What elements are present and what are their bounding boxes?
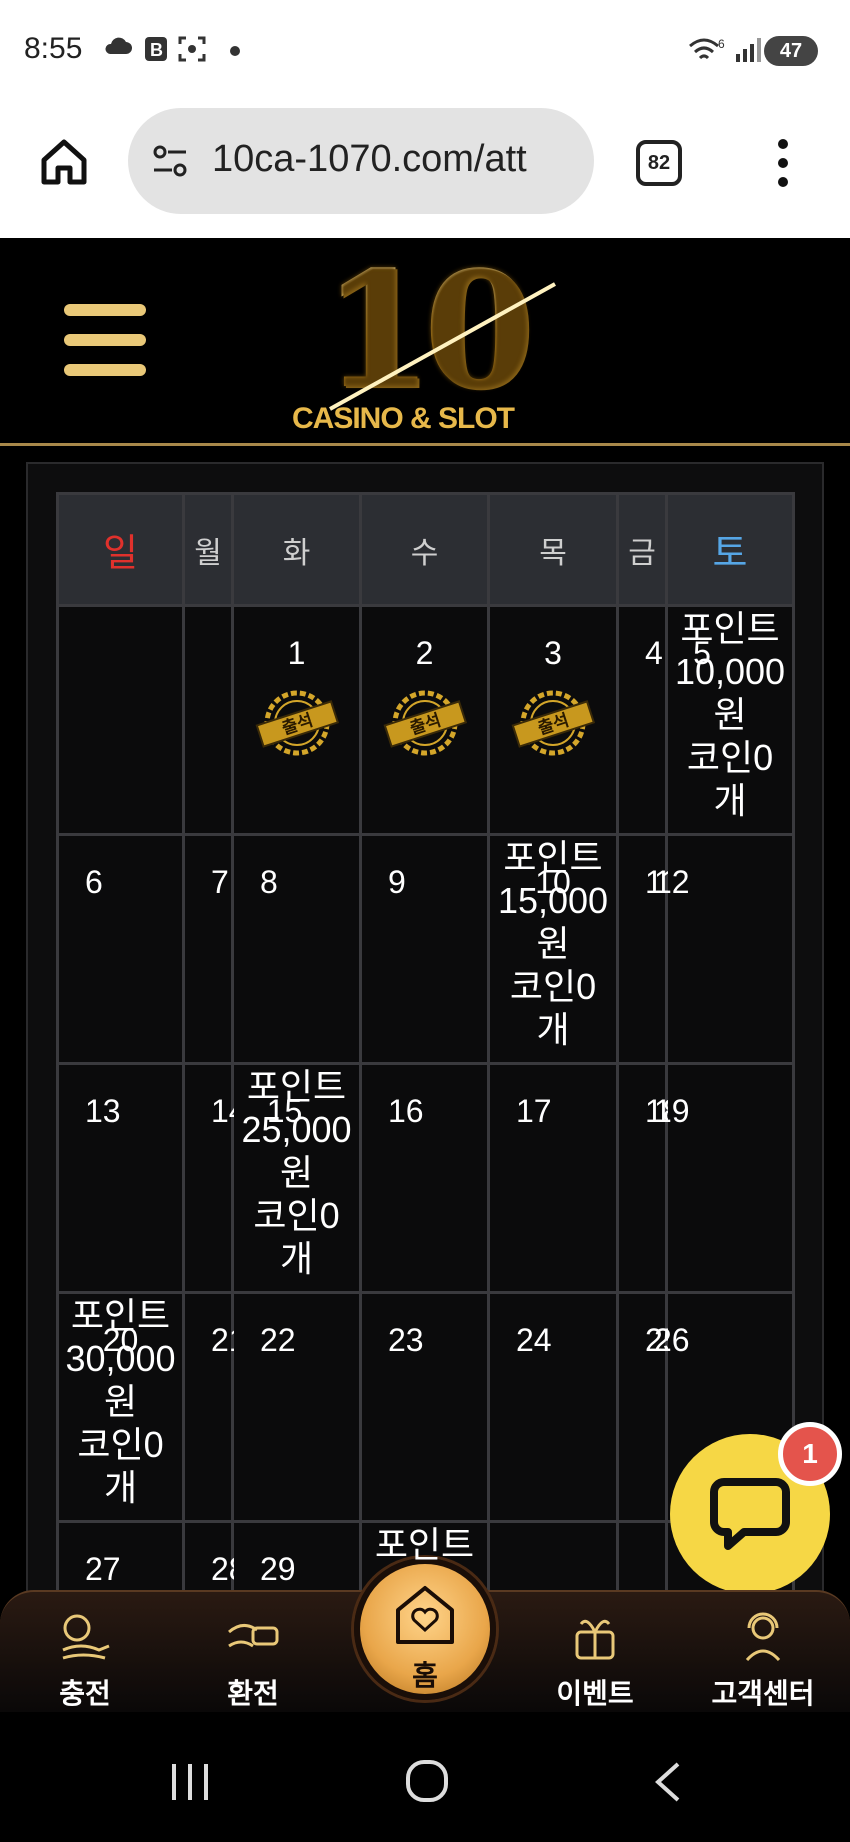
nav-home-label: 홈: [412, 1659, 438, 1692]
calendar-week-1: 1 출석 2 출석 3 출석 4 5 포인트 10,000 원 코인0 개: [56, 604, 795, 836]
reward-label: 포인트 30,000 원 코인0 개: [65, 1295, 176, 1508]
notification-dot-icon: [230, 46, 240, 56]
calendar-day-cell[interactable]: 9: [359, 833, 490, 1065]
svg-text:출석: 출석: [407, 711, 443, 740]
signal-icon: [736, 38, 761, 62]
calendar-day-cell[interactable]: 1 출석: [231, 604, 362, 836]
status-bar: 8:55 B 6 47: [0, 0, 850, 100]
calendar-day-cell[interactable]: 23: [359, 1291, 490, 1523]
back-icon[interactable]: [650, 1760, 684, 1804]
support-agent-icon: [745, 1612, 781, 1662]
calendar-day-cell[interactable]: 17: [487, 1062, 619, 1294]
tab-switcher-button[interactable]: 82: [636, 140, 682, 186]
nav-withdraw-label: 환전: [227, 1677, 279, 1710]
calendar-day-cell[interactable]: 16: [359, 1062, 490, 1294]
chat-bubble-icon: [710, 1478, 790, 1550]
calendar-day-cell[interactable]: 22: [231, 1291, 362, 1523]
cloud-icon: [105, 37, 132, 54]
day-number: 19: [654, 1093, 690, 1129]
calendar-day-cell[interactable]: 5 포인트 10,000 원 코인0 개: [665, 604, 795, 836]
attendance-stamp-icon: 출석: [383, 690, 467, 756]
weekday-sun: 일: [56, 492, 185, 607]
deposit-icon: [62, 1614, 110, 1660]
more-menu-icon[interactable]: [776, 138, 790, 188]
wifi-icon: 6: [689, 37, 725, 60]
day-number: 1: [287, 635, 306, 671]
calendar-day-cell[interactable]: 19: [654, 1062, 795, 1294]
battery-indicator: 47: [764, 36, 818, 66]
reward-label: 포인트 15,000 원 코인0 개: [497, 837, 609, 1050]
day-number: 12: [654, 864, 690, 900]
status-time: 8:55: [24, 32, 83, 65]
url-text[interactable]: 10ca-1070.com/att: [212, 138, 582, 181]
svg-text:B: B: [150, 40, 163, 60]
address-bar[interactable]: 10ca-1070.com/att: [128, 108, 594, 214]
nav-deposit[interactable]: 충전: [10, 1592, 160, 1712]
browser-toolbar: 10ca-1070.com/att 82: [0, 100, 850, 238]
calendar-day-cell[interactable]: 15 포인트 25,000 원 코인0 개: [231, 1062, 362, 1294]
calendar-week-2: 6 7 8 9 10 포인트 15,000 원 코인0 개 11 12: [56, 833, 795, 1065]
calendar-day-cell[interactable]: 13: [56, 1062, 185, 1294]
withdraw-icon: [228, 1624, 279, 1648]
site-header: 10 CASINO & SLOT: [0, 236, 850, 446]
site-settings-icon[interactable]: [150, 144, 190, 178]
weekday-thu: 목: [487, 492, 619, 607]
reward-label: 포인트 25,000 원 코인0 개: [241, 1066, 352, 1279]
home-heart-icon: [396, 1586, 454, 1644]
nav-support[interactable]: 고객센터: [688, 1592, 838, 1712]
calendar-day-cell[interactable]: 24: [487, 1291, 619, 1523]
home-nav-icon[interactable]: [404, 1758, 450, 1804]
calendar-day-cell[interactable]: 10 포인트 15,000 원 코인0 개: [487, 833, 619, 1065]
calendar-day-cell[interactable]: 21: [182, 1291, 247, 1523]
day-number: 2: [415, 635, 434, 671]
recent-apps-icon[interactable]: [168, 1760, 212, 1804]
nav-deposit-label: 충전: [59, 1677, 111, 1710]
day-number: 7: [211, 864, 229, 900]
weekday-fri: 금: [616, 492, 668, 607]
screenshot-icon: [178, 36, 206, 62]
calendar-day-cell[interactable]: 6: [56, 833, 185, 1065]
nav-support-label: 고객센터: [711, 1677, 815, 1710]
attendance-stamp-icon: 출석: [511, 690, 596, 756]
calendar-day-cell[interactable]: [56, 604, 185, 836]
reward-label: 포인트: [374, 1524, 475, 1565]
weekday-sat: 토: [665, 492, 795, 607]
calendar-day-cell[interactable]: 8: [231, 833, 362, 1065]
site-logo[interactable]: 10 CASINO & SLOT: [280, 236, 580, 440]
nav-home[interactable]: 홈: [354, 1558, 496, 1700]
nav-event-label: 이벤트: [556, 1677, 634, 1710]
chat-badge: 1: [778, 1422, 842, 1486]
nav-withdraw[interactable]: 환전: [178, 1592, 328, 1712]
app-b-icon: B: [145, 37, 167, 61]
calendar-day-cell[interactable]: 12: [654, 833, 795, 1065]
calendar-day-cell[interactable]: 2 출석: [359, 604, 490, 836]
weekday-header-row: 일 월 화 수 목 금 토: [56, 492, 795, 607]
calendar-day-cell[interactable]: [182, 604, 234, 836]
day-number: 26: [654, 1322, 690, 1358]
reward-label: 포인트 10,000 원 코인0 개: [674, 608, 786, 821]
weekday-wed: 수: [359, 492, 490, 607]
calendar-week-3: 13 14 15 포인트 25,000 원 코인0 개 16 17 18 19: [56, 1062, 795, 1294]
svg-text:출석: 출석: [279, 711, 315, 740]
attendance-stamp-icon: 출석: [255, 690, 339, 756]
svg-text:6: 6: [718, 37, 725, 51]
system-navigation-bar: [0, 1712, 850, 1842]
logo-slash-icon: [329, 282, 556, 411]
attendance-calendar: 일 월 화 수 목 금 토 1 출석 2 출석 3 출석 4 5 포인트 10,…: [56, 492, 795, 1752]
menu-icon[interactable]: [64, 304, 146, 376]
calendar-day-cell[interactable]: 3 출석: [487, 604, 619, 836]
calendar-day-cell[interactable]: 20 포인트 30,000 원 코인0 개: [56, 1291, 185, 1523]
weekday-tue: 화: [231, 492, 362, 607]
logo-subtitle: CASINO & SLOT: [292, 402, 515, 435]
home-icon[interactable]: [38, 136, 90, 188]
nav-event[interactable]: 이벤트: [520, 1592, 670, 1712]
day-number: 3: [544, 635, 562, 671]
svg-text:출석: 출석: [536, 711, 572, 740]
calendar-day-cell[interactable]: 7: [182, 833, 234, 1065]
weekday-mon: 월: [182, 492, 234, 607]
gift-icon: [575, 1619, 615, 1660]
